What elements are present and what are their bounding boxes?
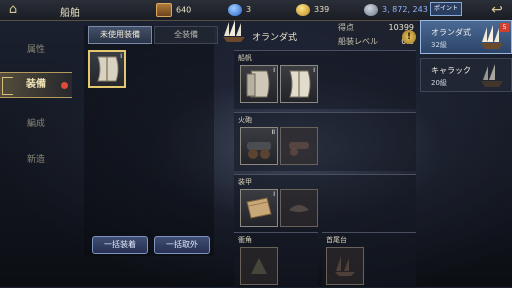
ram-placeholder-icon <box>251 258 267 274</box>
equip-slot-armor-2[interactable] <box>280 189 318 227</box>
silver-coin-icon <box>364 3 378 16</box>
pointer-tag: ポイント <box>430 2 462 16</box>
resource-chest: 640 <box>156 3 191 17</box>
resource-gem-value: 3 <box>246 5 252 14</box>
category-sails-label: 船帆 <box>238 54 252 62</box>
ship-badge: 5 <box>500 23 509 32</box>
ship-card-name: オランダ式 <box>431 28 471 37</box>
bulk-remove-button[interactable]: 一括取外 <box>154 236 210 254</box>
category-cannons: 火砲 II <box>234 112 416 171</box>
ship-card-level: 32級 <box>431 41 447 49</box>
equip-slot-armor-1[interactable]: I <box>240 189 278 227</box>
ship-type-label: オランダ式 <box>252 33 298 43</box>
back-arrow-icon[interactable]: ↩ <box>486 2 508 18</box>
resource-silver: 3, 872, 243 <box>364 3 428 17</box>
category-ram-label: 衝角 <box>238 236 252 244</box>
equip-slot-cannon-1[interactable]: II <box>240 127 278 165</box>
ship-card-name: キャラック <box>431 66 471 75</box>
inventory-item-sail[interactable]: I <box>88 50 126 88</box>
resource-gold: 339 <box>296 3 329 17</box>
armor-placeholder-icon <box>289 205 309 212</box>
category-armor: 装甲 I <box>234 174 416 233</box>
resource-gem: 3 <box>228 3 251 17</box>
ship-card-carrack[interactable]: キャラック 20級 <box>420 58 512 92</box>
side-item-equipment[interactable]: 装備 <box>0 72 72 98</box>
gold-coin-icon <box>296 3 310 16</box>
side-menu: 属性 装備 編成 新造 <box>0 26 72 256</box>
tab-all-equipment[interactable]: 全装備 <box>154 26 218 44</box>
side-item-attributes[interactable]: 属性 <box>14 38 58 62</box>
home-icon[interactable]: ⌂ <box>4 2 22 18</box>
ship-card-level: 20級 <box>431 79 447 87</box>
side-item-equipment-label: 装備 <box>26 79 46 90</box>
inventory-panel: 未使用装備 全装備 I <box>84 26 218 256</box>
resource-gold-value: 339 <box>314 5 330 14</box>
category-armor-label: 装甲 <box>238 178 252 186</box>
equipment-area: 船帆 I I 火砲 II 装甲 I 衝角 首尾台 <box>234 50 416 288</box>
ship-icon <box>223 20 245 42</box>
resource-silver-value: 3, 872, 243 <box>382 5 428 14</box>
figurehead-placeholder-icon <box>335 256 355 276</box>
sail-icon <box>246 70 270 98</box>
grade-mark: I <box>120 53 122 60</box>
anchor-icon <box>2 77 13 95</box>
tab-unused-equipment[interactable]: 未使用装備 <box>88 26 152 44</box>
grade-mark: II <box>271 129 275 136</box>
equip-slot-sail-1[interactable]: I <box>240 65 278 103</box>
info-icon[interactable]: ! <box>402 30 416 44</box>
category-ram: 衝角 <box>234 232 318 288</box>
ship-icon <box>481 64 503 87</box>
category-cannons-label: 火砲 <box>238 116 252 124</box>
cannon-placeholder-icon <box>289 142 309 156</box>
notification-dot <box>61 82 68 89</box>
level-label: 船装レベル <box>338 37 378 46</box>
category-figurehead-label: 首尾台 <box>326 236 347 244</box>
equip-slot-sail-2[interactable]: I <box>280 65 318 103</box>
equip-slot-ram[interactable] <box>240 247 278 285</box>
category-figurehead: 首尾台 <box>322 232 416 288</box>
equip-slot-figurehead[interactable] <box>326 247 364 285</box>
ship-card-dutch[interactable]: オランダ式 32級 5 <box>420 20 512 54</box>
ship-list: オランダ式 32級 5 キャラック 20級 <box>420 20 512 287</box>
side-item-newbuild[interactable]: 新造 <box>14 148 58 172</box>
treasure-chest-icon <box>156 3 172 17</box>
bulk-equip-button[interactable]: 一括装着 <box>92 236 148 254</box>
grade-mark: I <box>273 67 275 74</box>
gem-icon <box>228 3 242 16</box>
score-label: 得点 <box>338 23 354 32</box>
resource-chest-value: 640 <box>176 5 192 15</box>
grade-mark: I <box>313 67 315 74</box>
sail-icon <box>289 70 311 98</box>
grade-mark: I <box>273 191 275 198</box>
screen-title: 船舶 <box>60 8 80 19</box>
category-sails: 船帆 I I <box>234 50 416 109</box>
armor-plank-icon <box>246 197 272 219</box>
side-item-formation[interactable]: 編成 <box>14 112 58 136</box>
equip-slot-cannon-2[interactable] <box>280 127 318 165</box>
sail-icon <box>97 56 119 82</box>
